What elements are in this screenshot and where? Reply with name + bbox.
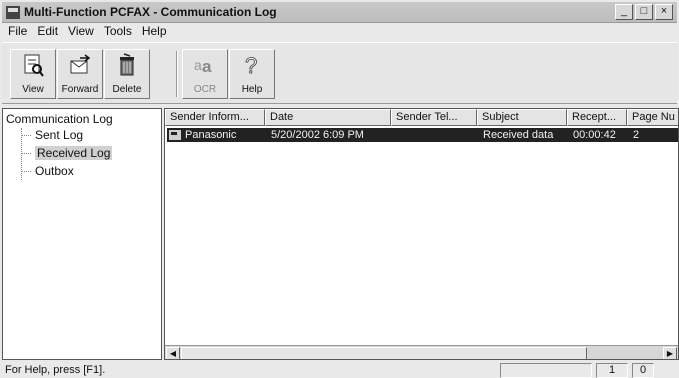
- window-controls: _ □ ×: [613, 4, 673, 20]
- close-button[interactable]: ×: [655, 4, 673, 20]
- tree-item-label: Received Log: [35, 146, 113, 160]
- menu-view[interactable]: View: [68, 24, 94, 38]
- tree-item-sent-log[interactable]: Sent Log: [21, 128, 83, 142]
- svg-text:a: a: [202, 57, 212, 76]
- cell-subject: Received data: [483, 129, 554, 141]
- ocr-button-label: OCR: [193, 84, 217, 95]
- menu-file[interactable]: File: [8, 24, 27, 38]
- ocr-icon: a a: [194, 57, 212, 76]
- forward-button-label: Forward: [61, 84, 99, 95]
- cell-reception: 00:00:42: [573, 129, 616, 141]
- tree-item-label: Sent Log: [35, 128, 84, 142]
- tree-item-label: Outbox: [35, 164, 74, 178]
- tree-item-received-log[interactable]: Received Log: [21, 146, 113, 160]
- fax-document-icon: [169, 130, 181, 140]
- column-header-reception[interactable]: Recept...: [567, 109, 627, 126]
- title-bar: Multi-Function PCFAX - Communication Log…: [2, 2, 677, 23]
- maximize-button[interactable]: □: [635, 4, 653, 20]
- help-button-label: Help: [241, 84, 263, 95]
- ocr-button[interactable]: a a OCR: [182, 49, 228, 99]
- help-button[interactable]: ? Help: [229, 49, 275, 99]
- tree-item-outbox[interactable]: Outbox: [21, 164, 74, 178]
- toolbar: View Forward Delete a a OCR ? Help: [2, 42, 677, 104]
- status-help-text: For Help, press [F1].: [5, 363, 106, 376]
- menu-edit[interactable]: Edit: [37, 24, 58, 38]
- cell-date: 5/20/2002 6:09 PM: [271, 129, 364, 141]
- scroll-thumb[interactable]: [181, 347, 587, 359]
- scroll-left-button[interactable]: ◀: [166, 347, 180, 359]
- toolbar-separator: [176, 51, 178, 97]
- status-value: 0: [632, 363, 654, 378]
- column-header-date[interactable]: Date: [265, 109, 391, 126]
- cell-sender: Panasonic: [185, 129, 237, 141]
- view-button[interactable]: View: [10, 49, 56, 99]
- log-list: Sender Inform... Date Sender Tel... Subj…: [164, 108, 679, 360]
- status-count: 1: [596, 363, 628, 378]
- list-header: Sender Inform... Date Sender Tel... Subj…: [165, 109, 678, 126]
- window-title: Multi-Function PCFAX - Communication Log: [24, 5, 277, 19]
- column-header-sender-info[interactable]: Sender Inform...: [165, 109, 265, 126]
- view-icon: [24, 54, 44, 77]
- forward-icon: [70, 54, 91, 74]
- scroll-right-button[interactable]: ▶: [663, 347, 677, 359]
- delete-button-label: Delete: [112, 84, 142, 95]
- app-icon: [6, 5, 20, 19]
- menu-tools[interactable]: Tools: [104, 24, 132, 38]
- minimize-button[interactable]: _: [615, 4, 633, 20]
- view-button-label: View: [22, 84, 44, 95]
- trash-icon: [120, 53, 134, 76]
- column-header-sender-tel[interactable]: Sender Tel...: [391, 109, 477, 126]
- forward-button[interactable]: Forward: [57, 49, 103, 99]
- table-row[interactable]: Panasonic 5/20/2002 6:09 PM Received dat…: [167, 128, 678, 142]
- menu-bar: File Edit View Tools Help: [2, 22, 677, 40]
- status-bar: For Help, press [F1]. 1 0: [2, 361, 677, 378]
- help-icon: ?: [245, 53, 258, 77]
- column-header-subject[interactable]: Subject: [477, 109, 567, 126]
- svg-text:a: a: [194, 57, 202, 73]
- menu-help[interactable]: Help: [142, 24, 167, 38]
- status-panel-empty: [500, 363, 592, 378]
- svg-text:?: ?: [245, 53, 257, 77]
- tree-root-communication-log[interactable]: Communication Log: [6, 112, 113, 126]
- log-tree: Communication Log Sent Log Received Log …: [2, 108, 162, 360]
- horizontal-scrollbar[interactable]: ◀ ▶: [165, 345, 678, 359]
- cell-pages: 2: [633, 129, 640, 141]
- delete-button[interactable]: Delete: [104, 49, 150, 99]
- column-header-pages[interactable]: Page Nu: [627, 109, 678, 126]
